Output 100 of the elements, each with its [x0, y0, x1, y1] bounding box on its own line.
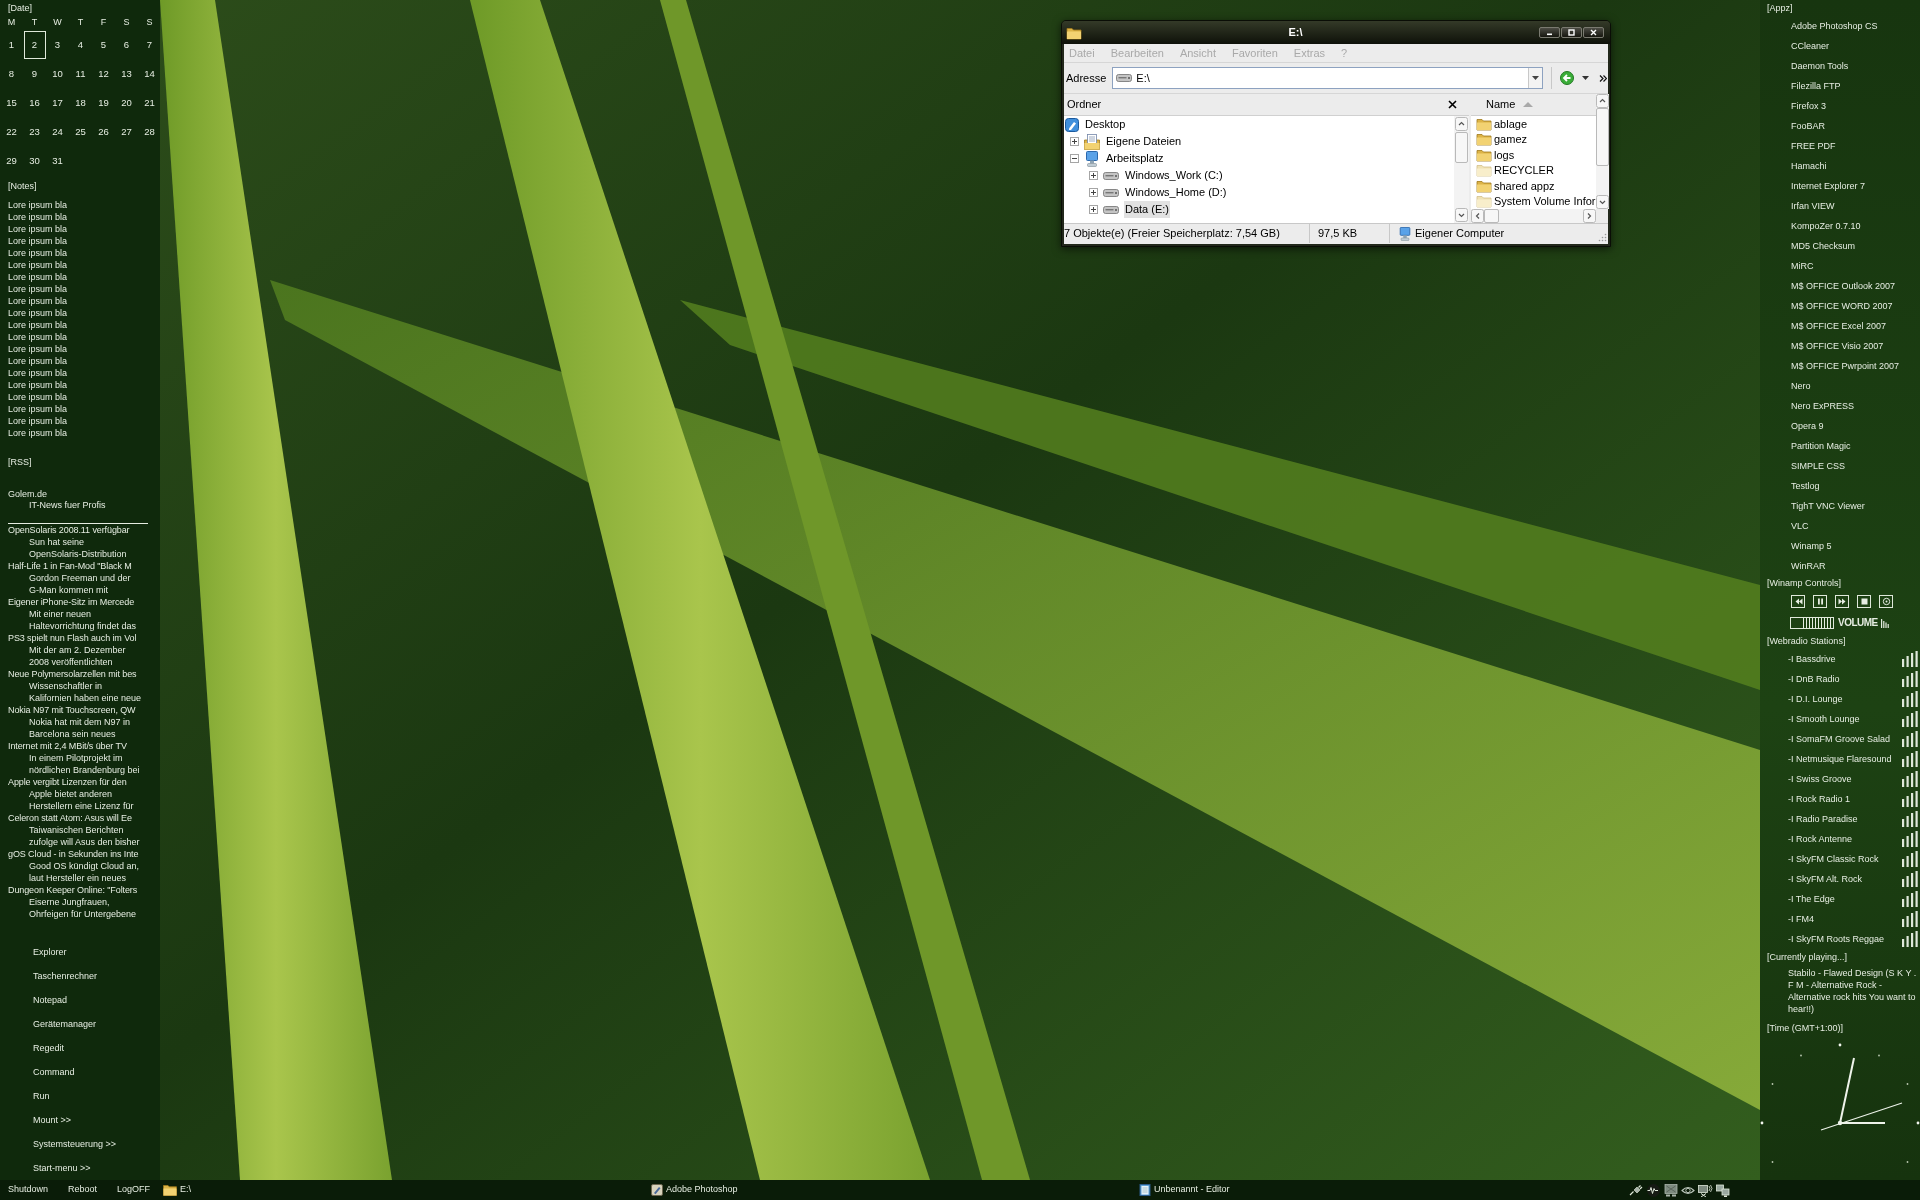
calendar-day[interactable]: 22: [0, 117, 23, 146]
app-launcher-item[interactable]: SIMPLE CSS: [1791, 460, 1846, 472]
tree-item[interactable]: Desktop: [1084, 116, 1127, 133]
calendar-day[interactable]: 12: [92, 59, 115, 88]
caret-icon[interactable]: [1582, 76, 1590, 80]
launcher-item[interactable]: Regedit: [33, 1042, 65, 1054]
app-launcher-item[interactable]: Nero: [1791, 380, 1811, 392]
collapse-icon[interactable]: [1070, 154, 1079, 163]
plug-icon[interactable]: [1629, 1183, 1643, 1197]
app-launcher-item[interactable]: M$ OFFICE WORD 2007: [1791, 300, 1893, 312]
station-item[interactable]: -I FM4: [1788, 913, 1814, 925]
app-launcher-item[interactable]: Filezilla FTP: [1791, 80, 1841, 92]
wireless-monitor-icon[interactable]: [1698, 1183, 1713, 1197]
app-launcher-item[interactable]: FooBAR: [1791, 120, 1825, 132]
app-launcher-item[interactable]: Hamachi: [1791, 160, 1827, 172]
station-item[interactable]: -I Bassdrive: [1788, 653, 1836, 665]
station-item[interactable]: -I The Edge: [1788, 893, 1835, 905]
launcher-item[interactable]: Start-menu >>: [33, 1162, 91, 1174]
file-name[interactable]: gamez: [1494, 131, 1528, 148]
station-item[interactable]: -I Swiss Groove: [1788, 773, 1852, 785]
calendar-day[interactable]: 19: [92, 88, 115, 117]
calendar-day[interactable]: 30: [23, 146, 46, 175]
file-name[interactable]: shared appz: [1494, 177, 1555, 194]
app-launcher-item[interactable]: M$ OFFICE Pwrpoint 2007: [1791, 360, 1900, 372]
minimize-button[interactable]: [1539, 27, 1560, 38]
station-item[interactable]: -I Netmusique Flaresound: [1788, 753, 1892, 765]
calendar-day[interactable]: 23: [23, 117, 46, 146]
double-chevron-icon[interactable]: [1599, 74, 1608, 82]
taskbar-button[interactable]: E:\: [163, 1183, 191, 1197]
taskbar-action[interactable]: LogOFF: [117, 1183, 151, 1197]
calendar-day[interactable]: 29: [0, 146, 23, 175]
file-name[interactable]: RECYCLER: [1494, 162, 1554, 179]
station-item[interactable]: -I Rock Antenne: [1788, 833, 1853, 845]
tree-item[interactable]: Data (E:): [1124, 201, 1170, 218]
app-launcher-item[interactable]: Internet Explorer 7: [1791, 180, 1866, 192]
calendar-day[interactable]: 16: [23, 88, 46, 117]
app-launcher-item[interactable]: Adobe Photoshop CS: [1791, 20, 1878, 32]
tree-item[interactable]: Eigene Dateien: [1105, 133, 1183, 150]
expand-icon[interactable]: [1089, 171, 1098, 180]
calendar-day[interactable]: 14: [138, 59, 161, 88]
scrollbar-thumb[interactable]: [1484, 209, 1499, 223]
app-launcher-item[interactable]: M$ OFFICE Excel 2007: [1791, 320, 1887, 332]
news-headline[interactable]: Internet mit 2,4 MBit/s über TV: [8, 740, 127, 752]
close-button[interactable]: [1583, 27, 1604, 38]
app-launcher-item[interactable]: M$ OFFICE Outlook 2007: [1791, 280, 1896, 292]
station-item[interactable]: -I Smooth Lounge: [1788, 713, 1860, 725]
launcher-item[interactable]: Run: [33, 1090, 50, 1102]
calendar-day[interactable]: 4: [69, 30, 92, 59]
calendar-day[interactable]: 25: [69, 117, 92, 146]
tree-item[interactable]: Arbeitsplatz: [1105, 150, 1165, 167]
news-headline[interactable]: Eigener iPhone-Sitz im Mercede: [8, 596, 135, 608]
calendar-day[interactable]: 17: [46, 88, 69, 117]
file-name[interactable]: ablage: [1494, 116, 1528, 132]
app-launcher-item[interactable]: Testlog: [1791, 480, 1820, 492]
app-launcher-item[interactable]: KompoZer 0.7.10: [1791, 220, 1861, 232]
file-name[interactable]: System Volume Infor: [1494, 193, 1596, 209]
app-launcher-item[interactable]: Daemon Tools: [1791, 60, 1849, 72]
calendar-day[interactable]: 2: [23, 30, 46, 59]
file-name[interactable]: logs: [1494, 146, 1515, 163]
app-launcher-item[interactable]: Winamp 5: [1791, 540, 1832, 552]
calendar-day[interactable]: 3: [46, 30, 69, 59]
stop-button[interactable]: [1857, 594, 1871, 608]
calendar-day[interactable]: 8: [0, 59, 23, 88]
news-headline[interactable]: Neue Polymersolarzellen mit bes: [8, 668, 137, 680]
calendar-day[interactable]: 9: [23, 59, 46, 88]
station-item[interactable]: -I SkyFM Classic Rock: [1788, 853, 1879, 865]
expand-icon[interactable]: [1089, 205, 1098, 214]
calendar-day[interactable]: 15: [0, 88, 23, 117]
calendar-day[interactable]: 18: [69, 88, 92, 117]
taskbar-action[interactable]: Reboot: [68, 1183, 98, 1197]
launcher-item[interactable]: Command: [33, 1066, 75, 1078]
calendar-day[interactable]: 27: [115, 117, 138, 146]
volume-slider[interactable]: [1790, 617, 1834, 629]
calendar-day[interactable]: 21: [138, 88, 161, 117]
calendar-day[interactable]: 1: [0, 30, 23, 59]
expand-icon[interactable]: [1089, 188, 1098, 197]
station-item[interactable]: -I SomaFM Groove Salad: [1788, 733, 1891, 745]
launcher-item[interactable]: Gerätemanager: [33, 1018, 97, 1030]
news-headline[interactable]: Celeron statt Atom: Asus will Ee: [8, 812, 132, 824]
launcher-item[interactable]: Mount >>: [33, 1114, 72, 1126]
launcher-item[interactable]: Taschenrechner: [33, 970, 98, 982]
close-icon[interactable]: [1448, 100, 1457, 109]
news-headline[interactable]: PS3 spielt nun Flash auch im Vol: [8, 632, 137, 644]
horizontal-scrollbar[interactable]: [1471, 209, 1596, 223]
news-headline[interactable]: Half-Life 1 in Fan-Mod "Black M: [8, 560, 132, 572]
calendar-day[interactable]: 13: [115, 59, 138, 88]
taskbar-button[interactable]: Adobe Photoshop: [651, 1183, 738, 1197]
app-launcher-item[interactable]: VLC: [1791, 520, 1809, 532]
tree-item[interactable]: Windows_Work (C:): [1124, 167, 1224, 184]
launcher-item[interactable]: Systemsteuerung >>: [33, 1138, 117, 1150]
app-launcher-item[interactable]: FREE PDF: [1791, 140, 1836, 152]
tree-item[interactable]: Windows_Home (D:): [1124, 184, 1228, 201]
expand-icon[interactable]: [1070, 137, 1079, 146]
taskbar-action[interactable]: Shutdown: [8, 1183, 49, 1197]
calendar-day[interactable]: 20: [115, 88, 138, 117]
station-item[interactable]: -I Rock Radio 1: [1788, 793, 1851, 805]
calendar-day[interactable]: 28: [138, 117, 161, 146]
calendar-day[interactable]: 7: [138, 30, 161, 59]
fast-forward-button[interactable]: [1835, 594, 1849, 608]
app-launcher-item[interactable]: CCleaner: [1791, 40, 1830, 52]
